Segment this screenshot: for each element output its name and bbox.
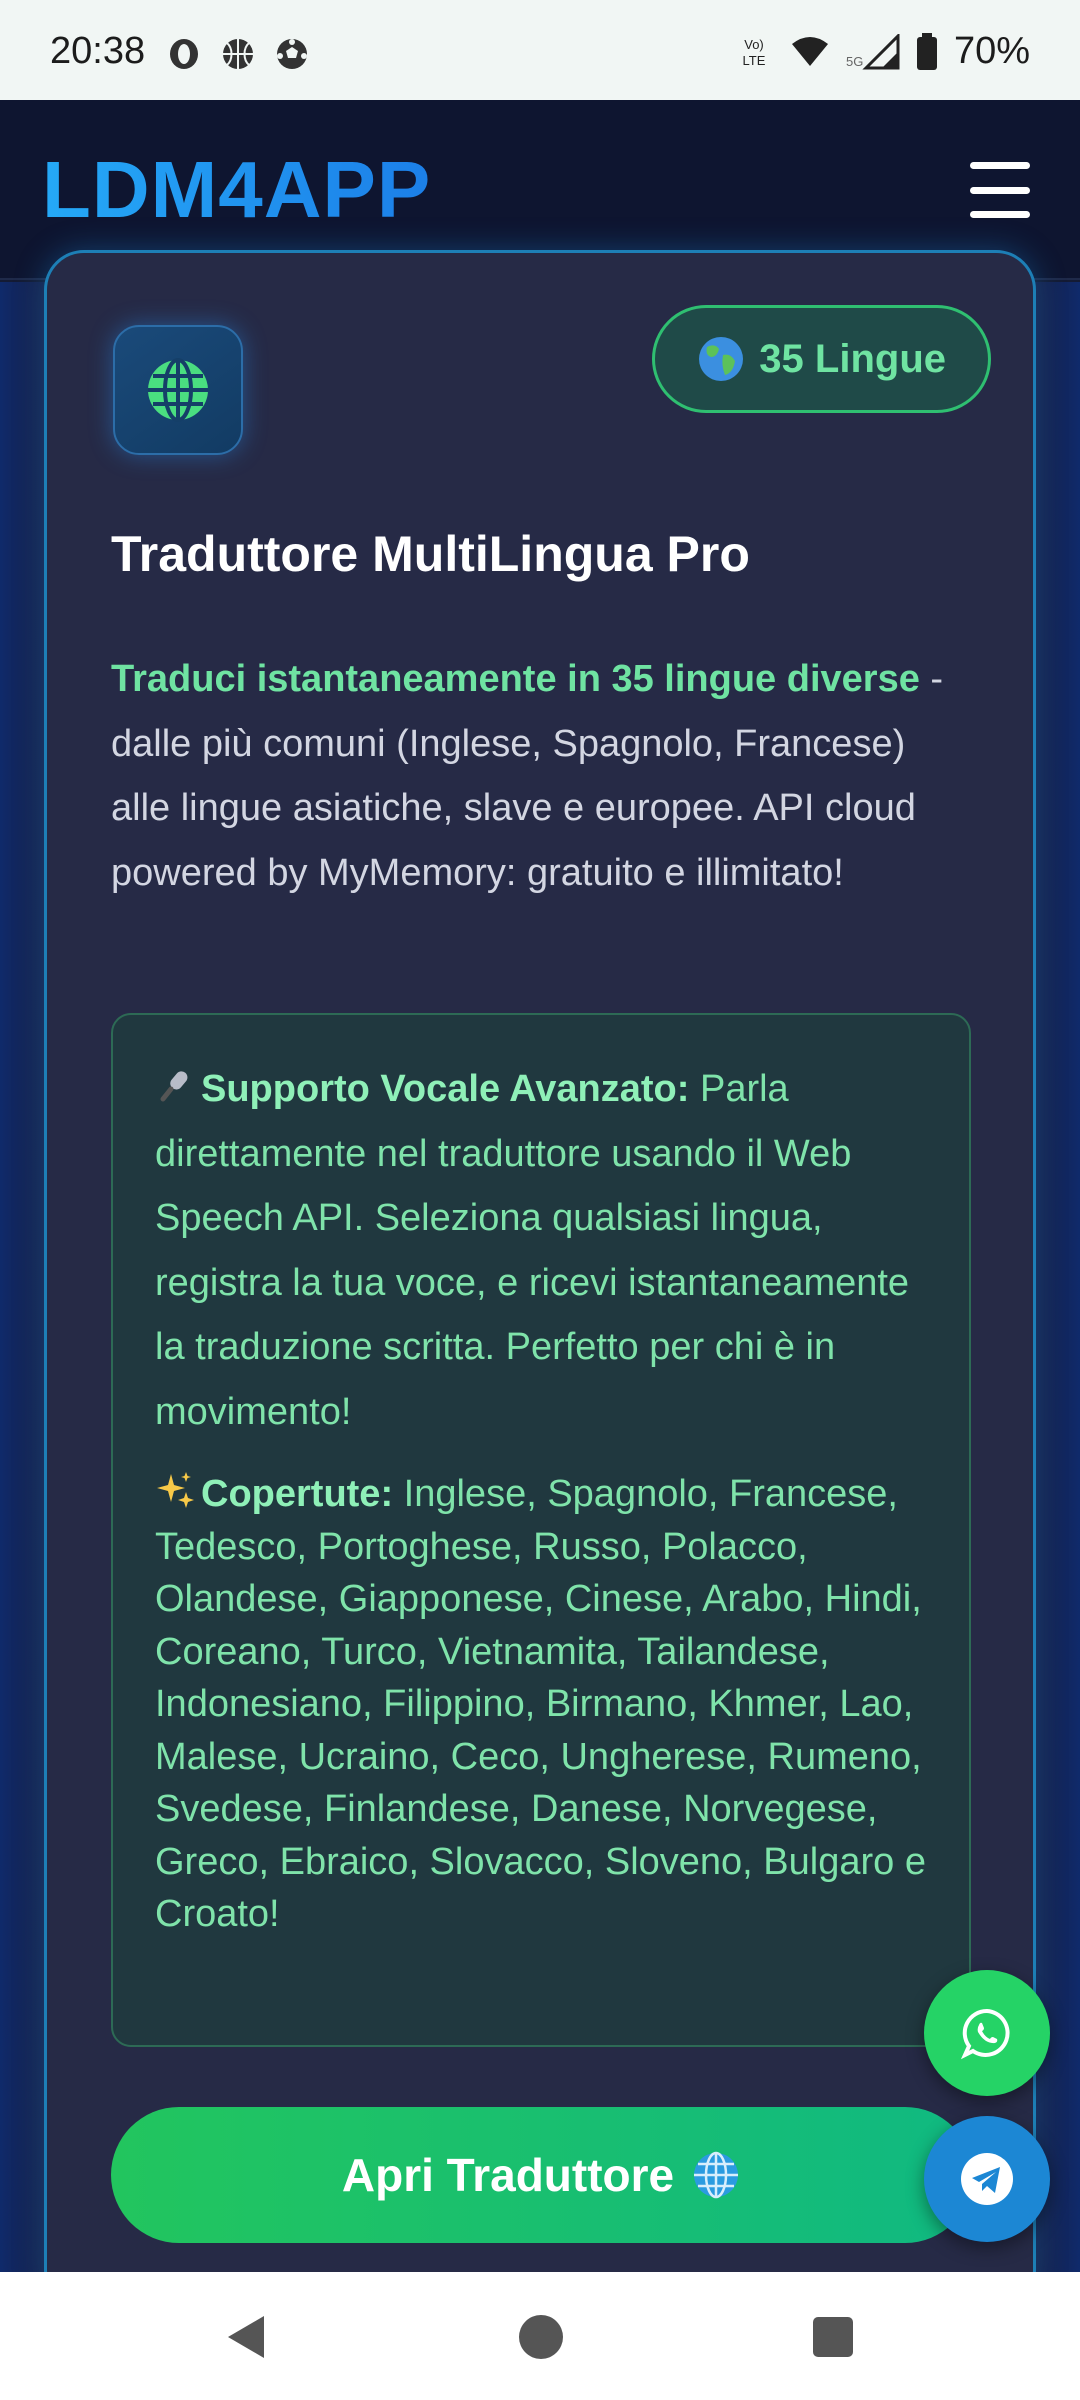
wifi-icon [791,36,828,66]
earth-globe-icon [699,337,744,381]
voice-support-label: Supporto Vocale Avanzato: [201,1068,690,1110]
opera-icon [170,39,198,69]
languages-label: Copertute: [201,1473,394,1515]
whatsapp-button[interactable] [924,1970,1050,2096]
status-bar: 20:38 Vo) LTE 5G 70% [0,0,1080,100]
whatsapp-icon [960,2008,1010,2060]
telegram-icon [961,2153,1013,2205]
system-nav-bar [0,2272,1080,2400]
open-translator-label: Apri Traduttore [341,2149,675,2201]
languages-paragraph: Copertute: Inglese, Spagnolo, Francese, … [155,1468,929,1941]
languages-badge-label: 35 Lingue [759,336,946,381]
open-translator-button[interactable]: Apri Traduttore [111,2107,973,2243]
status-right: Vo) LTE 5G 70% [734,30,1030,73]
menu-line [970,162,1030,169]
telegram-button[interactable] [924,2116,1050,2242]
battery-percent: 70% [953,30,1030,72]
svg-text:5G: 5G [846,54,863,69]
signal-5g-icon: 5G [846,33,900,69]
microphone-icon [160,1071,188,1102]
card-title: Traduttore MultiLingua Pro [111,526,750,582]
svg-text:Vo): Vo) [744,37,764,52]
voice-support-paragraph: Supporto Vocale Avanzato: Parla direttam… [155,1057,929,1444]
hamburger-menu-icon[interactable] [970,162,1030,218]
svg-text:LTE: LTE [742,53,765,68]
home-icon[interactable] [516,2312,566,2362]
status-time: 20:38 [50,30,146,72]
volte-icon: Vo)LTE [742,37,765,68]
globe-with-meridians-icon [694,2151,739,2199]
soccer-ball-icon [277,39,307,69]
menu-line [970,211,1030,218]
card-description: Traduci istantaneamente in 35 lingue div… [111,647,971,905]
brand-logo[interactable]: LDM4APP [42,144,431,236]
globe-icon-svg [148,358,208,422]
languages-badge: 35 Lingue [652,305,991,413]
back-icon[interactable] [222,2312,272,2362]
notification-icons [166,36,310,72]
basketball-icon [223,39,253,69]
languages-text: Inglese, Spagnolo, Francese, Tedesco, Po… [155,1473,926,1935]
recent-apps-icon[interactable] [808,2312,858,2362]
battery-icon [916,32,937,70]
translator-card: 35 Lingue Traduttore MultiLingua Pro Tra… [44,250,1036,2310]
description-highlight: Traduci istantaneamente in 35 lingue div… [111,658,920,700]
voice-support-text: Parla direttamente nel traduttore usando… [155,1068,910,1433]
feature-box: Supporto Vocale Avanzato: Parla direttam… [111,1013,971,2047]
menu-line [970,186,1030,194]
globe-icon [113,325,243,455]
sparkles-icon [157,1472,194,1508]
